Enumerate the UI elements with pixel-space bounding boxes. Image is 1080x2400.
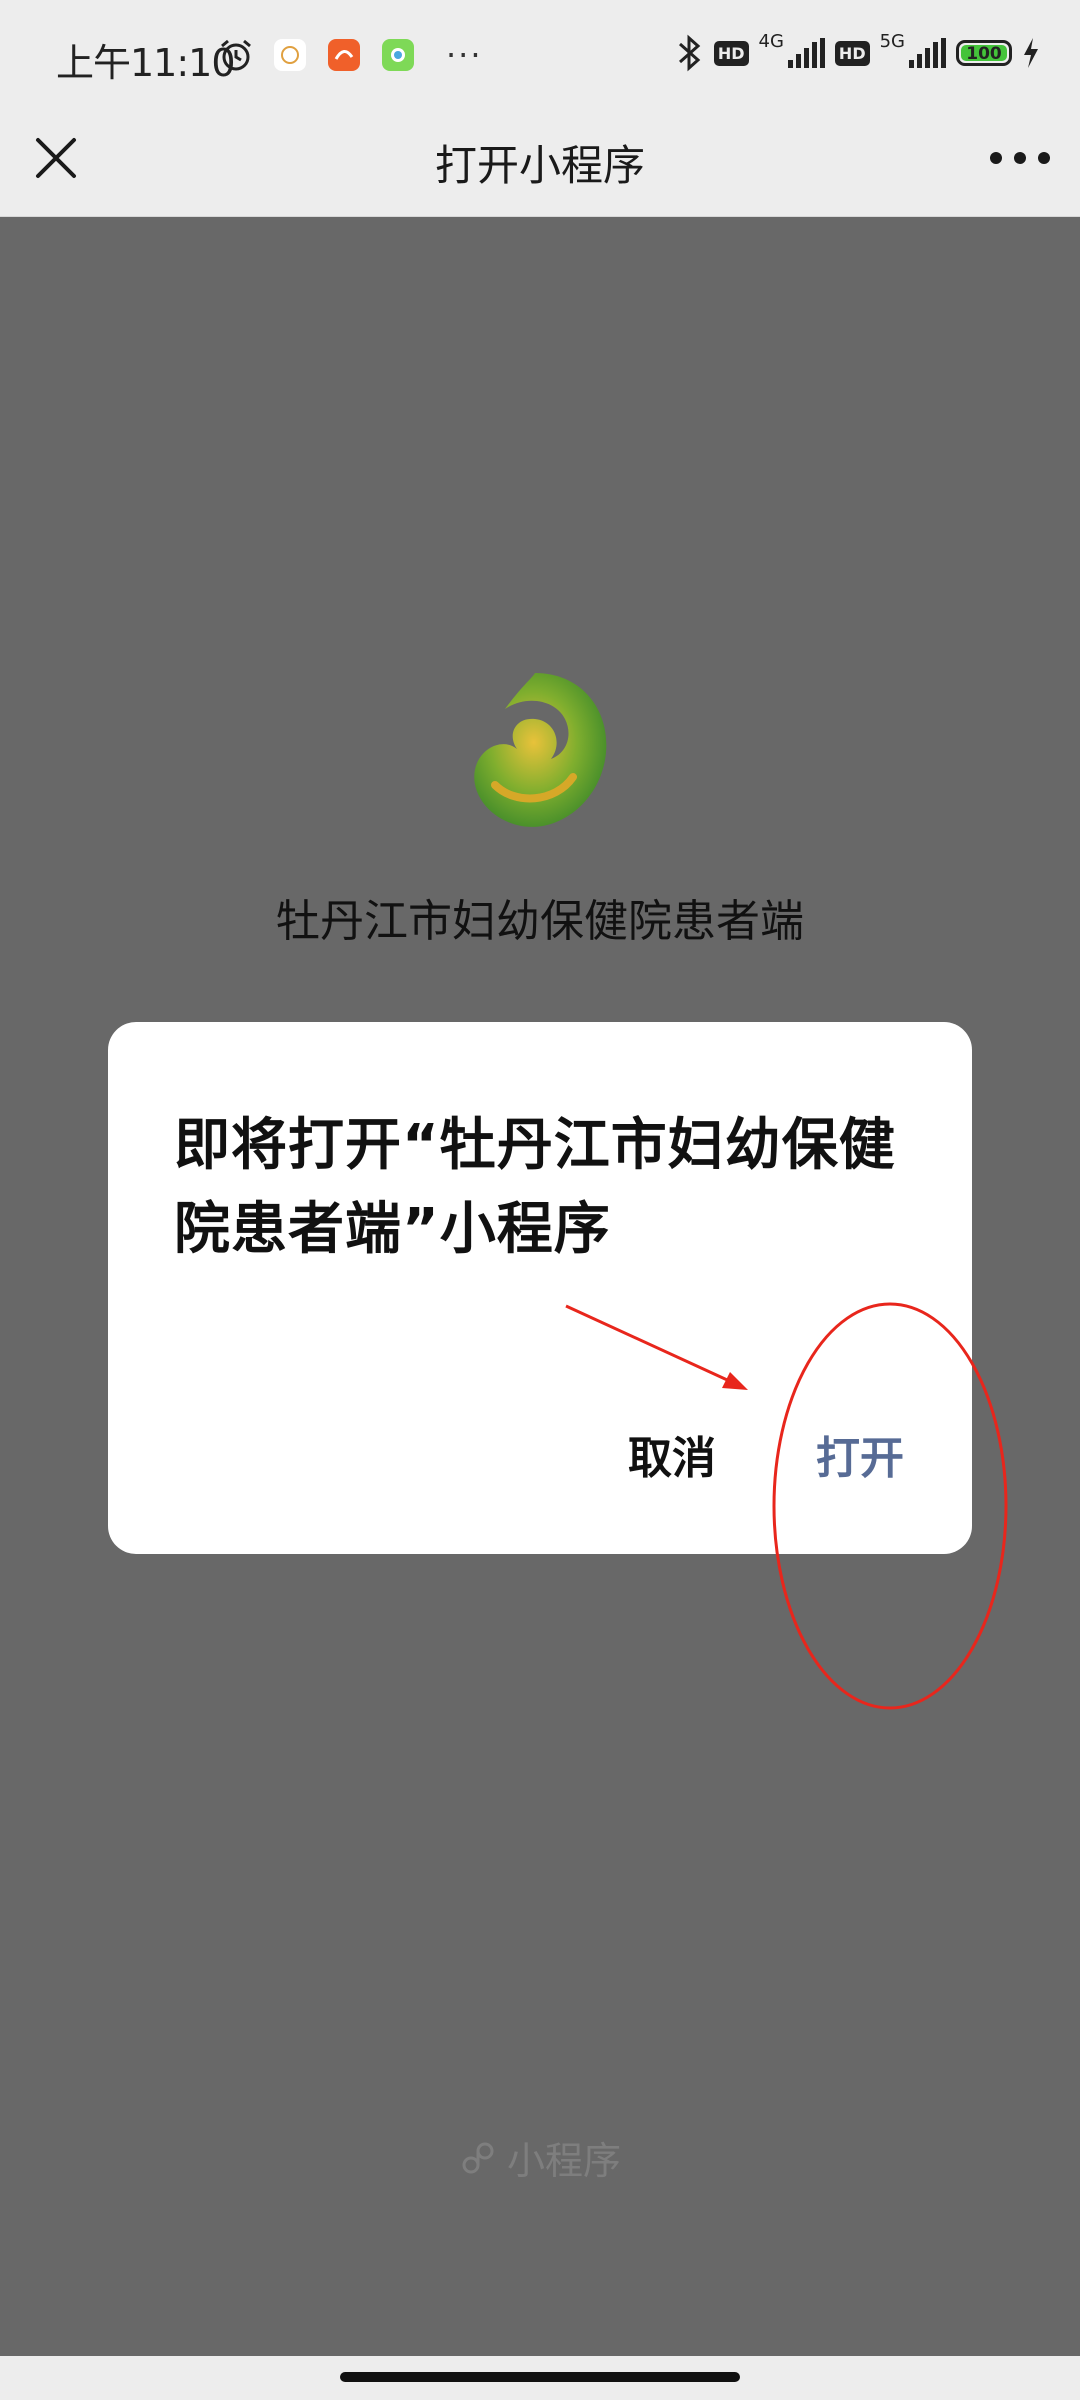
hd-badge-2: HD bbox=[834, 40, 870, 66]
status-time: 上午11:10 bbox=[56, 41, 236, 85]
more-options-icon[interactable] bbox=[990, 140, 1050, 176]
status-bar: 上午11:10 ··· HD 4G HD 5G 100 bbox=[0, 0, 1080, 110]
network-type-2: 5G bbox=[879, 30, 905, 52]
open-button[interactable]: 打开 bbox=[816, 1422, 904, 1486]
app-icon-orange bbox=[328, 39, 360, 71]
battery-icon: 100 bbox=[956, 40, 1012, 66]
mini-program-icon bbox=[462, 2142, 494, 2173]
charging-icon bbox=[1024, 38, 1038, 68]
cancel-button[interactable]: 取消 bbox=[628, 1422, 716, 1486]
alarm-icon bbox=[221, 39, 251, 71]
app-icon-white bbox=[274, 39, 306, 71]
network-type-1: 4G bbox=[758, 30, 784, 52]
status-right-icons: HD 4G HD 5G 100 bbox=[674, 30, 1040, 72]
signal-icon-1 bbox=[787, 38, 825, 68]
hd-badge-1: HD bbox=[713, 40, 749, 66]
app-logo bbox=[474, 673, 607, 827]
page-title: 打开小程序 bbox=[434, 141, 645, 190]
title-bar: 打开小程序 bbox=[0, 110, 1080, 217]
mini-program-footer: 小程序 bbox=[0, 2130, 1080, 2185]
bluetooth-icon bbox=[678, 34, 701, 72]
system-nav-bar bbox=[0, 2356, 1080, 2400]
mini-program-footer-label: 小程序 bbox=[506, 2139, 621, 2183]
dialog-message: 即将打开“牡丹江市妇幼保健院患者端”小程序 bbox=[174, 1113, 896, 1262]
status-left-icons: ··· bbox=[218, 36, 483, 74]
mini-program-name: 牡丹江市妇幼保健院患者端 bbox=[276, 896, 804, 947]
app-icon-green bbox=[382, 39, 414, 71]
battery-level: 100 bbox=[961, 45, 1007, 63]
signal-icon-2 bbox=[909, 38, 946, 68]
home-indicator[interactable] bbox=[340, 2372, 740, 2382]
open-mini-program-dialog: 即将打开“牡丹江市妇幼保健院患者端”小程序 取消 打开 bbox=[108, 1022, 972, 1554]
status-more-indicator: ··· bbox=[446, 36, 483, 74]
